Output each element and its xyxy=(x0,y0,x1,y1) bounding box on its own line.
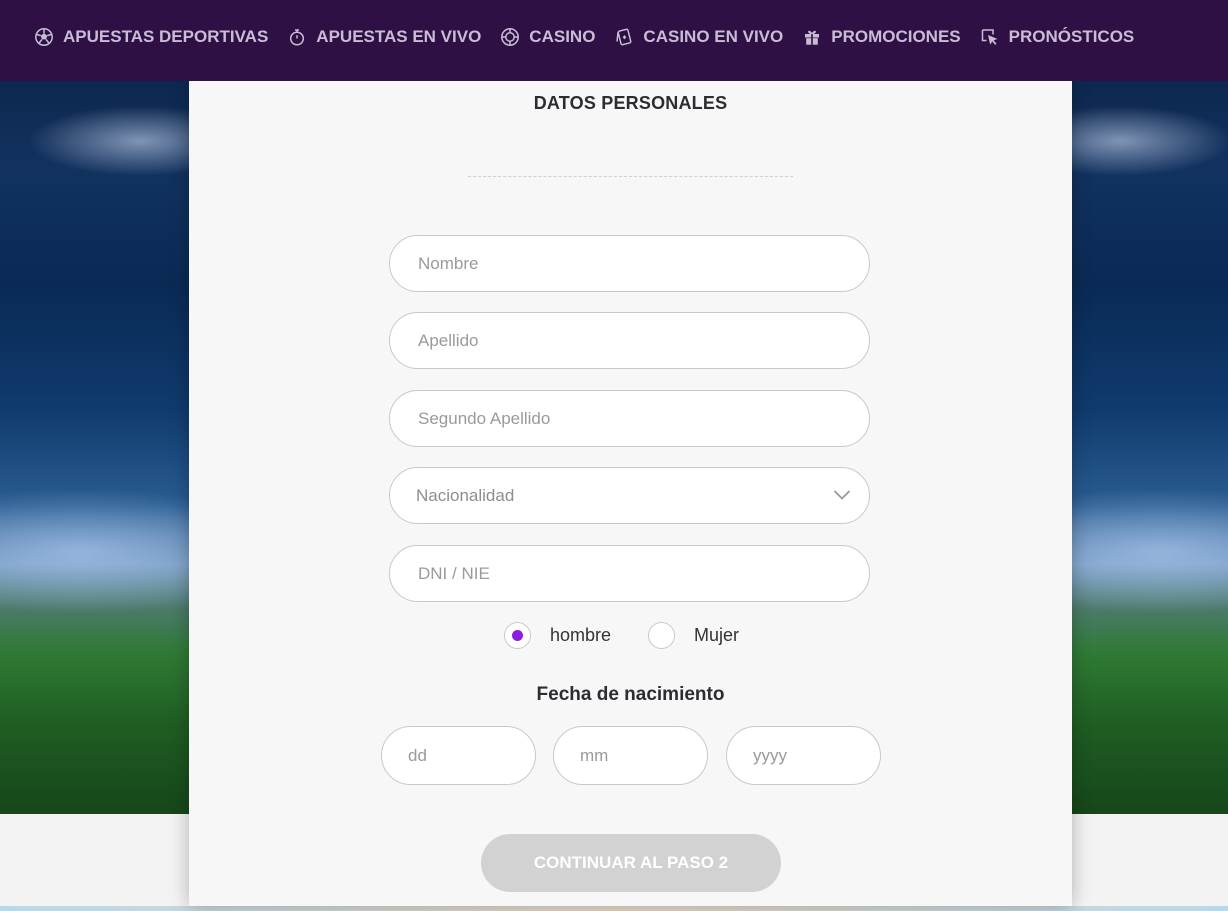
dob-month-input[interactable] xyxy=(553,726,708,785)
dob-year-input[interactable] xyxy=(726,726,881,785)
nav-item-apuestas-en-vivo[interactable]: APUESTAS EN VIVO xyxy=(287,27,481,47)
apellido-input[interactable] xyxy=(389,312,870,369)
segundo-apellido-input[interactable] xyxy=(389,390,870,447)
stopwatch-icon xyxy=(290,29,305,46)
gift-icon xyxy=(805,30,820,45)
nav-item-label: APUESTAS EN VIVO xyxy=(316,27,482,46)
nav-item-label: PROMOCIONES xyxy=(831,27,961,46)
continue-to-step-2-button[interactable]: CONTINUAR AL PASO 2 xyxy=(481,834,781,892)
nav-item-label: CASINO xyxy=(529,27,596,46)
playing-cards-icon xyxy=(616,28,632,46)
title-divider xyxy=(468,176,793,177)
registration-form-card: DATOS PERSONALES Nacionalidad hombre Muj… xyxy=(189,81,1072,906)
top-navigation-bar: APUESTAS DEPORTIVAS APUESTAS EN VIVO CAS… xyxy=(0,0,1228,81)
chevron-down-icon xyxy=(833,490,851,500)
dob-day-input[interactable] xyxy=(381,726,536,785)
soccer-ball-icon xyxy=(35,28,53,46)
roulette-chip-icon xyxy=(501,28,520,46)
radio-button-checked[interactable] xyxy=(504,622,531,649)
gender-radio-hombre[interactable]: hombre xyxy=(504,622,611,649)
dni-nie-input[interactable] xyxy=(389,545,870,602)
radio-label-mujer: Mujer xyxy=(694,625,740,645)
form-title: DATOS PERSONALES xyxy=(533,93,728,113)
nav-item-casino-en-vivo[interactable]: CASINO EN VIVO xyxy=(614,27,783,47)
gender-radio-mujer[interactable]: Mujer xyxy=(648,622,739,649)
nav-item-label: CASINO EN VIVO xyxy=(643,27,784,46)
nav-item-label: PRONÓSTICOS xyxy=(1008,27,1135,46)
cursor-click-icon xyxy=(981,29,998,45)
nav-item-promociones[interactable]: PROMOCIONES xyxy=(802,27,961,47)
nombre-input[interactable] xyxy=(389,235,870,292)
nav-item-label: APUESTAS DEPORTIVAS xyxy=(63,27,269,46)
radio-button-unchecked[interactable] xyxy=(648,622,675,649)
nav-item-pronosticos[interactable]: PRONÓSTICOS xyxy=(980,27,1135,47)
radio-label-hombre: hombre xyxy=(550,625,612,645)
nacionalidad-select[interactable]: Nacionalidad xyxy=(389,467,870,524)
nacionalidad-selected-value: Nacionalidad xyxy=(416,486,515,505)
nav-item-apuestas-deportivas[interactable]: APUESTAS DEPORTIVAS xyxy=(34,27,268,47)
main-menu: APUESTAS DEPORTIVAS APUESTAS EN VIVO CAS… xyxy=(34,27,1153,47)
nav-item-casino[interactable]: CASINO xyxy=(500,27,595,47)
fecha-de-nacimiento-label: Fecha de nacimiento xyxy=(536,684,725,705)
bottom-strip xyxy=(0,906,1228,911)
